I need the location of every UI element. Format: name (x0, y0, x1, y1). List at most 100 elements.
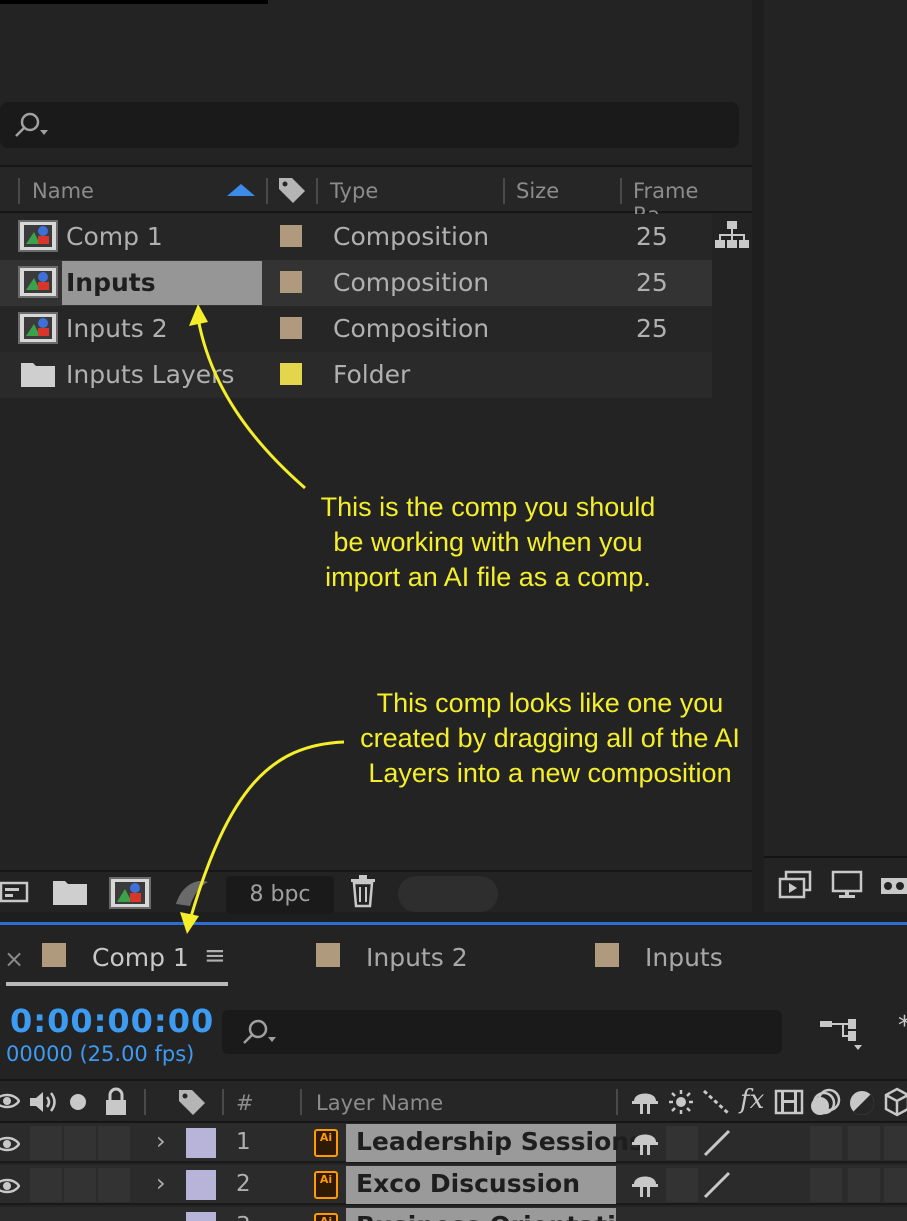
lock-icon[interactable] (104, 1087, 128, 1117)
trash-icon[interactable] (348, 874, 378, 908)
monitor-icon[interactable] (830, 870, 864, 900)
collapse-toggle[interactable] (666, 1168, 698, 1202)
project-item-name: Comp 1 (66, 222, 163, 251)
effects-fx-icon[interactable]: fx (740, 1085, 764, 1115)
quality-slash-icon[interactable] (702, 1128, 732, 1158)
shy-icon[interactable] (630, 1170, 660, 1200)
column-type-header[interactable]: Type (330, 179, 378, 203)
3d-toggle[interactable] (884, 1168, 907, 1202)
project-item-type: Composition (333, 222, 490, 251)
project-item-frame-rate: 25 (636, 268, 668, 297)
quality-slash-icon[interactable] (702, 1170, 732, 1200)
column-name-header[interactable]: Name (32, 179, 94, 203)
solo-toggle[interactable] (64, 1126, 96, 1160)
expand-chevron-icon[interactable]: › (156, 1169, 166, 1197)
project-column-header: Name Type Size Frame Ra... (0, 165, 752, 227)
layer-name[interactable]: Leadership Sessions (356, 1127, 644, 1156)
column-separator (144, 1089, 146, 1115)
column-separator (503, 178, 505, 204)
illustrator-file-icon: Ai (314, 1129, 338, 1157)
motion-blur-icon[interactable] (810, 1087, 842, 1117)
quality-slash-icon[interactable] (702, 1089, 730, 1115)
illustrator-file-icon: Ai (314, 1213, 338, 1221)
layer-label-swatch[interactable] (186, 1128, 216, 1158)
annotation-line: Layers into a new composition (368, 758, 732, 788)
collapse-toggle[interactable] (666, 1126, 698, 1160)
current-time-display[interactable]: 0:00:00:00 (10, 1002, 214, 1040)
motion-blur-toggle[interactable] (810, 1126, 842, 1160)
column-separator (266, 178, 268, 204)
label-color-swatch[interactable] (280, 225, 302, 247)
adjustment-toggle[interactable] (848, 1126, 880, 1160)
layer-name[interactable]: Business Orientati (356, 1211, 616, 1221)
project-footer-toolbar: 8 bpc (0, 870, 752, 914)
column-size-header[interactable]: Size (516, 179, 559, 203)
3d-toggle[interactable] (884, 1126, 907, 1160)
3d-layer-icon[interactable] (884, 1087, 907, 1117)
project-item-comp-1[interactable]: Comp 1 Composition 25 (0, 214, 712, 260)
composition-icon (18, 220, 58, 252)
collapse-sun-icon[interactable] (668, 1089, 694, 1115)
motion-blur-toggle[interactable] (810, 1168, 842, 1202)
adjustment-layer-icon[interactable] (848, 1089, 876, 1117)
layer-label-swatch[interactable] (186, 1170, 216, 1200)
audio-toggle[interactable] (30, 1126, 62, 1160)
annotation-line: This comp looks like one you (376, 688, 724, 718)
thumbnail-slider[interactable] (398, 876, 498, 912)
timeline-search-input[interactable] (222, 1010, 782, 1054)
tab-comp-1[interactable]: Comp 1 (92, 943, 189, 972)
lock-toggle[interactable] (98, 1168, 130, 1202)
solo-dot-icon[interactable] (70, 1094, 86, 1110)
annotation-line: be working with when you (333, 527, 643, 557)
audio-speaker-icon[interactable] (28, 1089, 60, 1115)
panel-menu-icon[interactable]: ≡ (204, 941, 226, 971)
layer-row[interactable]: 3 Ai Business Orientati (0, 1207, 907, 1221)
new-folder-icon[interactable] (52, 878, 88, 906)
label-tag-icon[interactable] (276, 175, 308, 205)
layer-row[interactable]: › 2 Ai Exco Discussion (0, 1165, 907, 1205)
project-item-type: Composition (333, 314, 490, 343)
project-item-inputs[interactable]: Inputs Composition 25 (0, 260, 712, 306)
bit-depth-button[interactable]: 8 bpc (226, 876, 334, 914)
active-tab-underline (6, 982, 228, 986)
video-eye-icon[interactable] (0, 1091, 20, 1111)
composition-flowchart-icon[interactable] (818, 1015, 864, 1051)
column-separator (222, 1089, 224, 1115)
new-composition-icon[interactable] (108, 876, 152, 910)
annotation-line: created by dragging all of the AI (360, 723, 740, 753)
layer-number: 1 (236, 1129, 251, 1155)
shy-icon[interactable] (630, 1087, 660, 1117)
tab-label-swatch (316, 943, 340, 967)
tab-inputs-2[interactable]: Inputs 2 (366, 943, 468, 972)
label-color-swatch[interactable] (280, 363, 302, 385)
layer-name-header[interactable]: Layer Name (316, 1091, 443, 1115)
expand-chevron-icon[interactable]: › (156, 1127, 166, 1155)
layer-label-swatch[interactable] (186, 1212, 216, 1221)
project-search-input[interactable] (0, 102, 739, 148)
dependency-icon[interactable] (172, 876, 212, 910)
layer-name[interactable]: Exco Discussion (356, 1169, 580, 1198)
shy-icon[interactable] (630, 1128, 660, 1158)
render-queue-icon[interactable] (778, 870, 812, 900)
frame-blending-icon[interactable] (774, 1089, 804, 1115)
adjustment-toggle[interactable] (848, 1168, 880, 1202)
vr-goggles-icon[interactable] (880, 870, 907, 900)
close-tab-icon[interactable]: × (4, 945, 24, 973)
flowchart-icon[interactable] (714, 220, 750, 250)
tab-inputs[interactable]: Inputs (645, 943, 723, 972)
project-item-inputs-2[interactable]: Inputs 2 Composition 25 (0, 306, 712, 352)
label-color-swatch[interactable] (280, 317, 302, 339)
label-tag-icon[interactable] (176, 1087, 208, 1117)
sort-ascending-icon[interactable] (226, 183, 256, 197)
lock-toggle[interactable] (98, 1126, 130, 1160)
layer-row[interactable]: › 1 Ai Leadership Sessions (0, 1123, 907, 1163)
interpret-footage-icon[interactable] (0, 880, 30, 906)
project-item-inputs-layers[interactable]: Inputs Layers Folder (0, 352, 712, 398)
solo-toggle[interactable] (64, 1168, 96, 1202)
visibility-eye-icon[interactable] (0, 1176, 20, 1196)
label-color-swatch[interactable] (280, 271, 302, 293)
column-separator (616, 1089, 618, 1115)
audio-toggle[interactable] (30, 1168, 62, 1202)
more-icon[interactable]: * (898, 1011, 907, 1041)
visibility-eye-icon[interactable] (0, 1134, 20, 1154)
